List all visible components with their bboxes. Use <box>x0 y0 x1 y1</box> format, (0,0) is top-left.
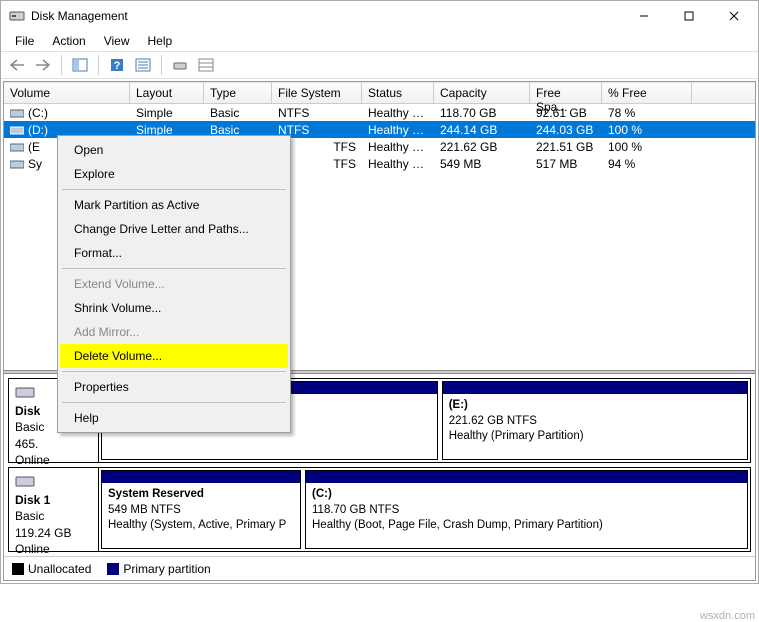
menu-shrink[interactable]: Shrink Volume... <box>60 296 288 320</box>
back-button[interactable] <box>5 53 29 77</box>
menu-change-letter[interactable]: Change Drive Letter and Paths... <box>60 217 288 241</box>
menu-view[interactable]: View <box>96 32 138 50</box>
menu-file[interactable]: File <box>7 32 42 50</box>
menu-action[interactable]: Action <box>44 32 93 50</box>
table-row[interactable]: (C:) Simple Basic NTFS Healthy (B... 118… <box>4 104 755 121</box>
settings-button[interactable] <box>131 53 155 77</box>
col-status[interactable]: Status <box>362 82 434 103</box>
col-free[interactable]: Free Spa... <box>530 82 602 103</box>
disk-icon <box>15 474 35 488</box>
menubar: File Action View Help <box>1 31 758 51</box>
refresh-button[interactable] <box>168 53 192 77</box>
maximize-button[interactable] <box>666 2 711 30</box>
menu-explore[interactable]: Explore <box>60 162 288 186</box>
list-button[interactable] <box>194 53 218 77</box>
legend-unallocated: Unallocated <box>12 562 91 576</box>
partition[interactable]: System Reserved 549 MB NTFS Healthy (Sys… <box>101 470 301 549</box>
forward-button[interactable] <box>31 53 55 77</box>
svg-text:?: ? <box>114 60 121 72</box>
close-button[interactable] <box>711 2 756 30</box>
menu-help[interactable]: Help <box>60 406 288 430</box>
context-menu: Open Explore Mark Partition as Active Ch… <box>57 135 291 433</box>
disk-icon <box>10 124 24 136</box>
window-title: Disk Management <box>31 9 621 23</box>
menu-help[interactable]: Help <box>140 32 181 50</box>
col-filesystem[interactable]: File System <box>272 82 362 103</box>
disk-icon <box>15 385 35 399</box>
col-pctfree[interactable]: % Free <box>602 82 692 103</box>
toolbar: ? <box>1 51 758 79</box>
menu-properties[interactable]: Properties <box>60 375 288 399</box>
disk-icon <box>10 141 24 153</box>
partition[interactable]: (E:) 221.62 GB NTFS Healthy (Primary Par… <box>442 381 748 460</box>
menu-format[interactable]: Format... <box>60 241 288 265</box>
titlebar: Disk Management <box>1 1 758 31</box>
disk-info[interactable]: Disk 1 Basic 119.24 GB Online <box>9 468 99 551</box>
volume-grid-header: Volume Layout Type File System Status Ca… <box>4 82 755 104</box>
legend-primary: Primary partition <box>107 562 210 576</box>
col-layout[interactable]: Layout <box>130 82 204 103</box>
menu-delete-volume[interactable]: Delete Volume... <box>60 344 288 368</box>
show-hide-button[interactable] <box>68 53 92 77</box>
disk-icon <box>10 158 24 170</box>
menu-add-mirror: Add Mirror... <box>60 320 288 344</box>
minimize-button[interactable] <box>621 2 666 30</box>
menu-open[interactable]: Open <box>60 138 288 162</box>
watermark: wsxdn.com <box>700 610 755 622</box>
col-capacity[interactable]: Capacity <box>434 82 530 103</box>
menu-mark-active[interactable]: Mark Partition as Active <box>60 193 288 217</box>
legend: Unallocated Primary partition <box>4 556 755 580</box>
app-icon <box>9 8 25 24</box>
col-volume[interactable]: Volume <box>4 82 130 103</box>
partition[interactable]: (C:) 118.70 GB NTFS Healthy (Boot, Page … <box>305 470 748 549</box>
help-button[interactable]: ? <box>105 53 129 77</box>
col-type[interactable]: Type <box>204 82 272 103</box>
disk-row: Disk 1 Basic 119.24 GB Online System Res… <box>8 467 751 552</box>
disk-management-window: Disk Management File Action View Help ? … <box>0 0 759 584</box>
disk-icon <box>10 107 24 119</box>
menu-extend: Extend Volume... <box>60 272 288 296</box>
